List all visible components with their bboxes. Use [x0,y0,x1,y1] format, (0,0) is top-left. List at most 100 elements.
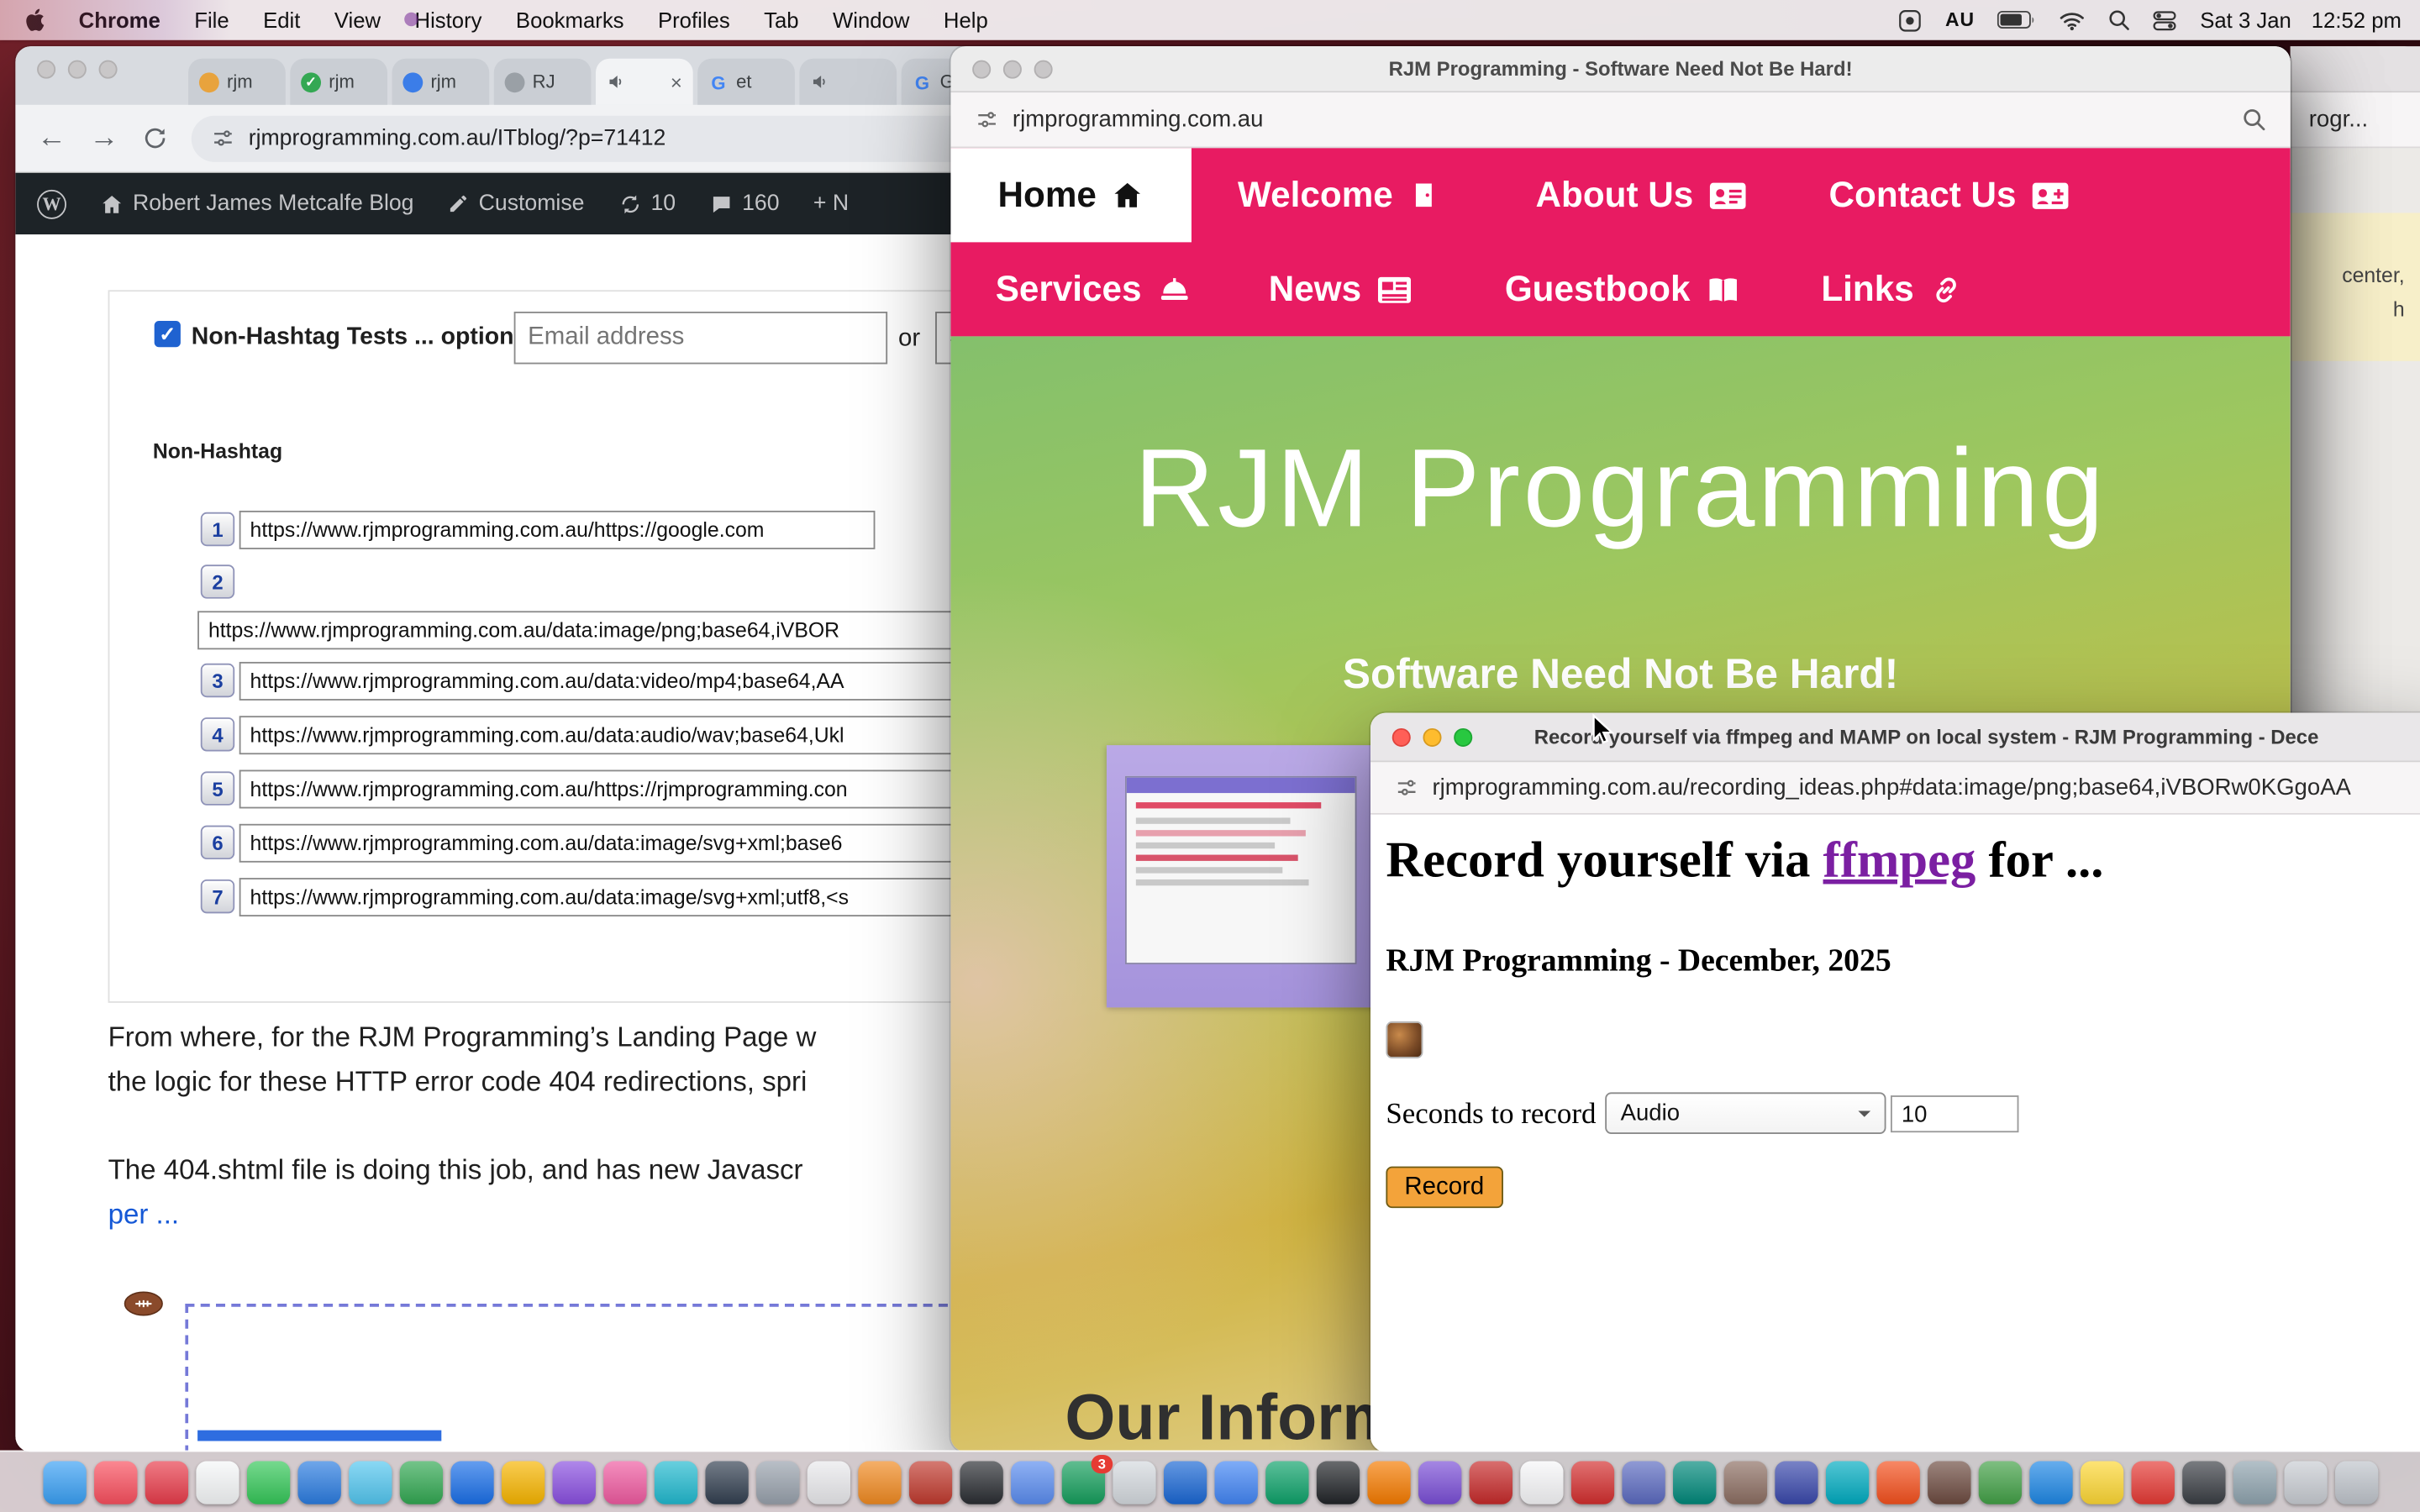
dock-app-icon[interactable] [1163,1460,1206,1503]
window-controls[interactable] [37,60,118,79]
dock-app-icon[interactable] [1672,1460,1715,1503]
dock-app-icon[interactable] [2028,1460,2071,1503]
dock-app-icon[interactable] [908,1460,951,1503]
url-test-button-1[interactable]: 1 [201,512,234,546]
dock-app-icon[interactable] [552,1460,595,1503]
dock-app-icon[interactable] [857,1460,900,1503]
dock-app-icon[interactable] [960,1460,1002,1503]
zoom-window-button[interactable] [1454,728,1472,747]
dock-app-icon[interactable] [450,1460,492,1503]
nav-item-services[interactable]: Services [996,242,1192,336]
app-menu-chrome[interactable]: Chrome [79,8,160,32]
dock-app-icon[interactable]: 3 [1061,1460,1104,1503]
menu-bar-clock[interactable]: Sat 3 Jan 12:52 pm [2200,8,2402,32]
browser-tab[interactable]: rjm [392,59,490,105]
dock-app-icon[interactable] [348,1460,391,1503]
dock-app-icon[interactable] [1112,1460,1155,1503]
per-link[interactable]: per ... [108,1193,180,1237]
nav-item-guestbook[interactable]: Guestbook [1505,242,1741,336]
dock-app-icon[interactable] [2283,1460,2326,1503]
menu-item[interactable]: Edit [263,8,300,32]
apple-menu[interactable] [24,8,45,32]
url-test-field-2[interactable] [197,611,1062,649]
dock-app-icon[interactable] [43,1460,86,1503]
menu-item[interactable]: History [415,8,482,32]
wp-comments-link[interactable]: 160 [709,192,779,216]
nav-item-links[interactable]: Links [1821,242,1963,336]
menu-item[interactable]: Profiles [658,8,730,32]
nav-item-welcome[interactable]: Welcome [1238,148,1438,242]
url-test-field-3[interactable] [239,662,1073,701]
dock-app-icon[interactable] [1265,1460,1307,1503]
email-input[interactable] [514,312,887,364]
menu-item[interactable]: Help [944,8,988,32]
dock-app-icon[interactable] [1010,1460,1053,1503]
recording-address-bar[interactable]: rjmprogramming.com.au/recording_ideas.ph… [1370,762,2420,814]
url-test-field-1[interactable] [239,511,876,549]
url-test-field-7[interactable] [239,878,1073,916]
nav-item-about-us[interactable]: About Us [1536,148,1748,242]
browser-tab-active[interactable]: × [596,59,693,105]
dock-app-icon[interactable] [93,1460,136,1503]
url-test-field-4[interactable] [239,716,1073,754]
dock-app-icon[interactable] [297,1460,340,1503]
control-center-icon[interactable] [2154,8,2177,32]
url-test-button-7[interactable]: 7 [201,879,234,913]
dock-app-icon[interactable] [602,1460,645,1503]
dock-app-icon[interactable] [807,1460,850,1503]
window-controls[interactable] [1392,728,1473,747]
wp-updates-link[interactable]: 10 [618,192,676,216]
url-test-button-2[interactable]: 2 [201,564,234,598]
close-window-button[interactable] [1392,728,1411,747]
nav-item-home[interactable]: Home [950,148,1192,242]
forward-button[interactable]: → [90,123,119,153]
dock-app-icon[interactable] [501,1460,544,1503]
minimize-window-button[interactable] [68,60,87,79]
zoom-window-button[interactable] [99,60,118,79]
url-test-button-5[interactable]: 5 [201,771,234,805]
nav-item-news[interactable]: News [1269,242,1413,336]
dock-app-icon[interactable] [1418,1460,1460,1503]
dock-app-icon[interactable] [145,1460,187,1503]
browser-tab[interactable]: ✓ rjm [290,59,387,105]
dock-app-icon[interactable] [1519,1460,1562,1503]
page-zoom-icon[interactable] [2243,108,2266,132]
dock-app-icon[interactable] [399,1460,442,1503]
spotlight-search-icon[interactable] [2109,9,2131,31]
browser-tab[interactable] [799,59,897,105]
menu-extra-icon[interactable] [1899,8,1923,32]
dock-app-icon[interactable] [654,1460,697,1503]
dock-app-icon[interactable] [2131,1460,2174,1503]
dock-app-icon[interactable] [1316,1460,1359,1503]
media-type-select[interactable]: Audio [1605,1092,1886,1134]
record-button[interactable]: Record [1386,1167,1502,1209]
url-test-button-4[interactable]: 4 [201,717,234,751]
menu-item[interactable]: File [194,8,229,32]
ffmpeg-link[interactable]: ffmpeg [1823,833,1976,889]
tab-close-icon[interactable]: × [671,71,682,94]
wordpress-logo-icon[interactable]: W [37,189,66,218]
reload-button[interactable] [142,125,168,151]
dock-app-icon[interactable] [1723,1460,1766,1503]
dock-app-icon[interactable] [195,1460,238,1503]
rjm-window-titlebar[interactable]: RJM Programming - Software Need Not Be H… [950,46,2290,92]
menu-item[interactable]: Window [833,8,909,32]
dock-app-icon[interactable] [2181,1460,2224,1503]
dock-app-icon[interactable] [1774,1460,1817,1503]
url-test-button-6[interactable]: 6 [201,826,234,859]
wifi-icon[interactable] [2060,10,2086,30]
site-settings-icon[interactable] [212,127,235,150]
dock-app-icon[interactable] [1621,1460,1664,1503]
dock-app-icon[interactable] [1214,1460,1257,1503]
site-settings-icon[interactable] [1395,776,1418,800]
minimize-window-button[interactable] [1423,728,1441,747]
dock-app-icon[interactable] [2233,1460,2275,1503]
url-test-field-6[interactable] [239,824,1073,863]
photo-thumbnail[interactable] [1386,1021,1423,1058]
dock-app-icon[interactable] [1469,1460,1512,1503]
nav-item-contact-us[interactable]: Contact Us [1829,148,2070,242]
dock-app-icon[interactable] [1927,1460,1970,1503]
dock-app-icon[interactable] [1366,1460,1409,1503]
recording-window-titlebar[interactable]: Record yourself via ffmpeg and MAMP on l… [1370,713,2420,763]
close-window-button[interactable] [37,60,55,79]
